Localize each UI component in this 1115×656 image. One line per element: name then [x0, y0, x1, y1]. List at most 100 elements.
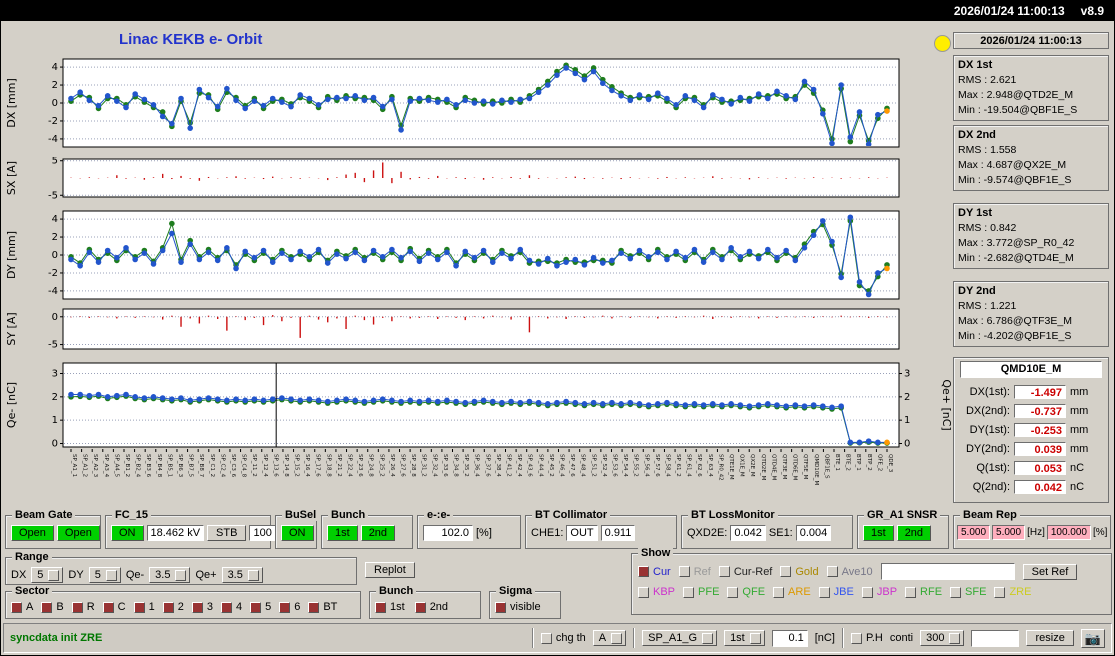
gr-snsr-1st-button[interactable]: 1st [863, 525, 894, 541]
range-qem-select[interactable]: 3.5 [149, 567, 191, 583]
checkbox-label: SFE [965, 586, 987, 598]
checkbox-jbp[interactable]: JBP [861, 586, 898, 598]
svg-text:-2: -2 [48, 268, 58, 279]
checkbox-are[interactable]: ARE [773, 586, 811, 598]
device-select[interactable]: SP_A1_G [642, 630, 718, 646]
checkbox-rfe[interactable]: RFE [905, 586, 942, 598]
checkbox-pfe[interactable]: PFE [683, 586, 719, 598]
ref-input[interactable] [880, 563, 1015, 580]
checkbox-cur[interactable]: Cur [638, 566, 671, 578]
group-sigma: Sigma visible [489, 585, 561, 619]
monitor-unit: mm [1070, 423, 1089, 436]
resize-button[interactable]: resize [1026, 630, 1074, 646]
checkbox-ph[interactable]: P.H [850, 632, 883, 644]
checkbox-label: RFE [920, 586, 943, 598]
gr-snsr-2nd-button[interactable]: 2nd [896, 525, 932, 541]
svg-text:DX [mm]: DX [mm] [5, 78, 18, 128]
checkbox-1st[interactable]: 1st [375, 601, 405, 613]
monitor-unit: nC [1070, 480, 1085, 493]
svg-text:QMD10E_M: QMD10E_M [813, 454, 819, 486]
svg-text:SP_31_2: SP_31_2 [421, 454, 427, 477]
checkbox-box [727, 586, 739, 598]
fc15-on-button[interactable]: ON [111, 525, 144, 541]
checkbox-visible[interactable]: visible [495, 601, 541, 613]
checkbox-b[interactable]: B [41, 601, 64, 613]
checkbox-sfe[interactable]: SFE [950, 586, 986, 598]
checkbox-chg-th[interactable]: chg th [540, 632, 586, 644]
checkbox-kbp[interactable]: KBP [638, 586, 675, 598]
checkbox-ref[interactable]: Ref [678, 566, 711, 578]
svg-text:QX2E_M: QX2E_M [749, 454, 755, 477]
group-gr-a1-snsr: GR_A1 SNSR 1st 2nd [857, 509, 949, 549]
checkbox-label: JBE [833, 586, 854, 598]
svg-text:SP_B6_3: SP_B6_3 [177, 454, 183, 478]
range-qep-select[interactable]: 3.5 [221, 567, 263, 583]
checkbox-6[interactable]: 6 [279, 601, 300, 613]
checkbox-cur-ref[interactable]: Cur-Ref [718, 566, 772, 578]
chart-sy: 0 -5 SY [A] [1, 307, 955, 354]
svg-text:5: 5 [52, 157, 58, 167]
checkbox-c[interactable]: C [102, 601, 126, 613]
threshold-input[interactable]: 0.1 [771, 629, 808, 647]
fc15-stb-button[interactable]: STB [207, 525, 247, 541]
svg-text:SP_63_4: SP_63_4 [707, 454, 713, 477]
monitor-label: DX(2nd): [965, 404, 1010, 417]
camera-button[interactable]: 📷 [1080, 628, 1105, 648]
checkbox-gold[interactable]: Gold [780, 566, 819, 578]
status-bar: syncdata init ZRE chg th A SP_A1_G 1st 0… [3, 623, 1112, 653]
checkbox-a[interactable]: A [11, 601, 33, 613]
bunch-1st-button[interactable]: 1st [327, 525, 358, 541]
monitor-unit: nC [1070, 461, 1085, 474]
svg-text:SP_15_2: SP_15_2 [294, 454, 300, 477]
busel-on-button[interactable]: ON [281, 525, 314, 541]
points-select[interactable]: 300 [920, 630, 965, 646]
svg-text:SP_B8_7: SP_B8_7 [198, 454, 204, 478]
beam-rep-value-2: 5.000 [992, 525, 1026, 540]
svg-text:SP_12_4: SP_12_4 [262, 454, 268, 477]
monitor-value: 0.042 [1014, 479, 1066, 494]
set-ref-button[interactable]: Set Ref [1022, 563, 1078, 580]
group-caption: Sigma [496, 585, 536, 597]
svg-text:SP_52_4: SP_52_4 [601, 454, 607, 477]
beam-gate-open-button-2[interactable]: Open [56, 525, 100, 541]
checkbox-1[interactable]: 1 [133, 601, 155, 613]
checkbox-qfe[interactable]: QFE [727, 586, 765, 598]
checkbox-label: Ave10 [841, 565, 873, 578]
svg-text:SP_47_6: SP_47_6 [569, 454, 575, 477]
separator [841, 628, 844, 648]
extra-input[interactable] [971, 629, 1020, 647]
checkbox-bt[interactable]: BT [308, 601, 337, 613]
range-dy-select[interactable]: 5 [88, 567, 121, 583]
bunch-select[interactable]: 1st [724, 630, 765, 646]
checkbox-label: JBP [876, 586, 898, 598]
svg-text:SP_45_2: SP_45_2 [548, 454, 554, 477]
range-dx-select[interactable]: 5 [31, 567, 64, 583]
beam-rep-value-3: 100.000 [1046, 525, 1091, 540]
checkbox-zre[interactable]: ZRE [994, 586, 1031, 598]
checkbox-4[interactable]: 4 [220, 601, 242, 613]
checkbox-box [250, 601, 262, 613]
checkbox-box [308, 601, 320, 613]
checkbox-ave10[interactable]: Ave10 [826, 565, 873, 578]
svg-text:SP_18_8: SP_18_8 [325, 454, 331, 477]
checkbox-r[interactable]: R [71, 601, 95, 613]
svg-text:SP_11_2: SP_11_2 [251, 454, 257, 477]
bt-loss-qxd2e-label: QXD2E: [687, 527, 728, 539]
checkbox-jbe[interactable]: JBE [818, 586, 854, 598]
beam-gate-open-button-1[interactable]: Open [11, 525, 54, 541]
mode-select[interactable]: A [592, 630, 627, 646]
separator [531, 628, 534, 648]
group-fc15: FC_15 ON 18.462 kV STB 100 % [105, 509, 289, 549]
ee-ratio-unit: [%] [476, 527, 492, 539]
checkbox-2[interactable]: 2 [162, 601, 184, 613]
monitor-unit: mm [1070, 385, 1089, 398]
checkbox-box [905, 586, 917, 598]
svg-text:SP_55_2: SP_55_2 [633, 454, 639, 477]
replot-button[interactable]: Replot [365, 562, 415, 578]
svg-text:SP_14_8: SP_14_8 [283, 454, 289, 477]
checkbox-5[interactable]: 5 [250, 601, 271, 613]
checkbox-3[interactable]: 3 [191, 601, 213, 613]
checkbox-2nd[interactable]: 2nd [414, 601, 448, 613]
bunch-2nd-button[interactable]: 2nd [360, 525, 396, 541]
svg-text:DY [mm]: DY [mm] [5, 231, 18, 279]
